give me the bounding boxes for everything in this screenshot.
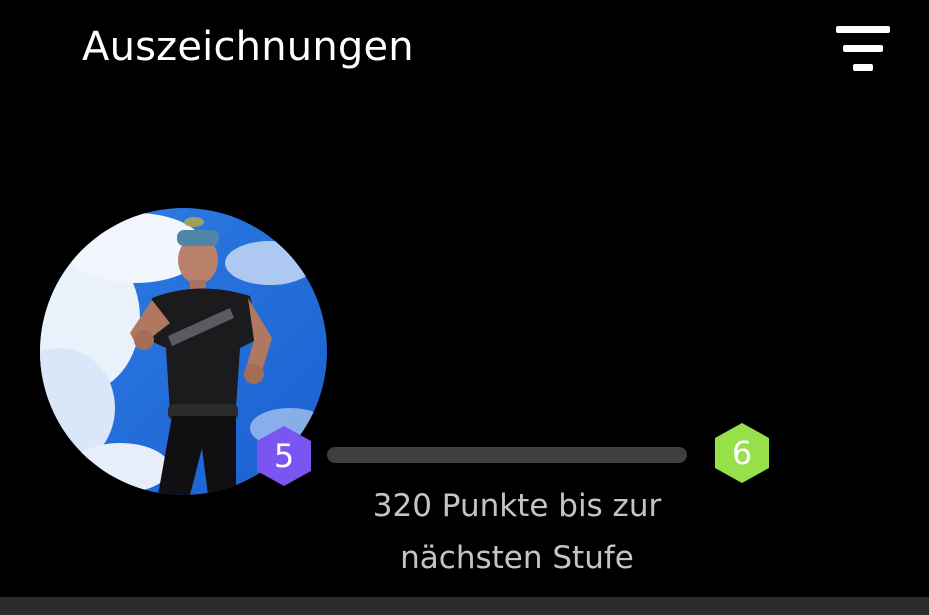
points-line-2: nächsten Stufe (400, 540, 634, 576)
current-level-badge: 5 (255, 424, 313, 488)
bottom-divider (0, 597, 929, 615)
badges-screen: Auszeichnungen 5 6 320 Punkte bis zur nä… (0, 0, 929, 615)
filter-button[interactable] (826, 18, 900, 84)
next-level-badge: 6 (713, 421, 771, 485)
level-progress-bar (327, 447, 687, 463)
points-line-1: 320 Punkte bis zur (372, 488, 662, 524)
page-title: Auszeichnungen (82, 24, 414, 70)
current-level-number: 5 (273, 437, 295, 475)
points-to-next-level: 320 Punkte bis zur nächsten Stufe (327, 480, 707, 584)
next-level-number: 6 (731, 434, 753, 472)
